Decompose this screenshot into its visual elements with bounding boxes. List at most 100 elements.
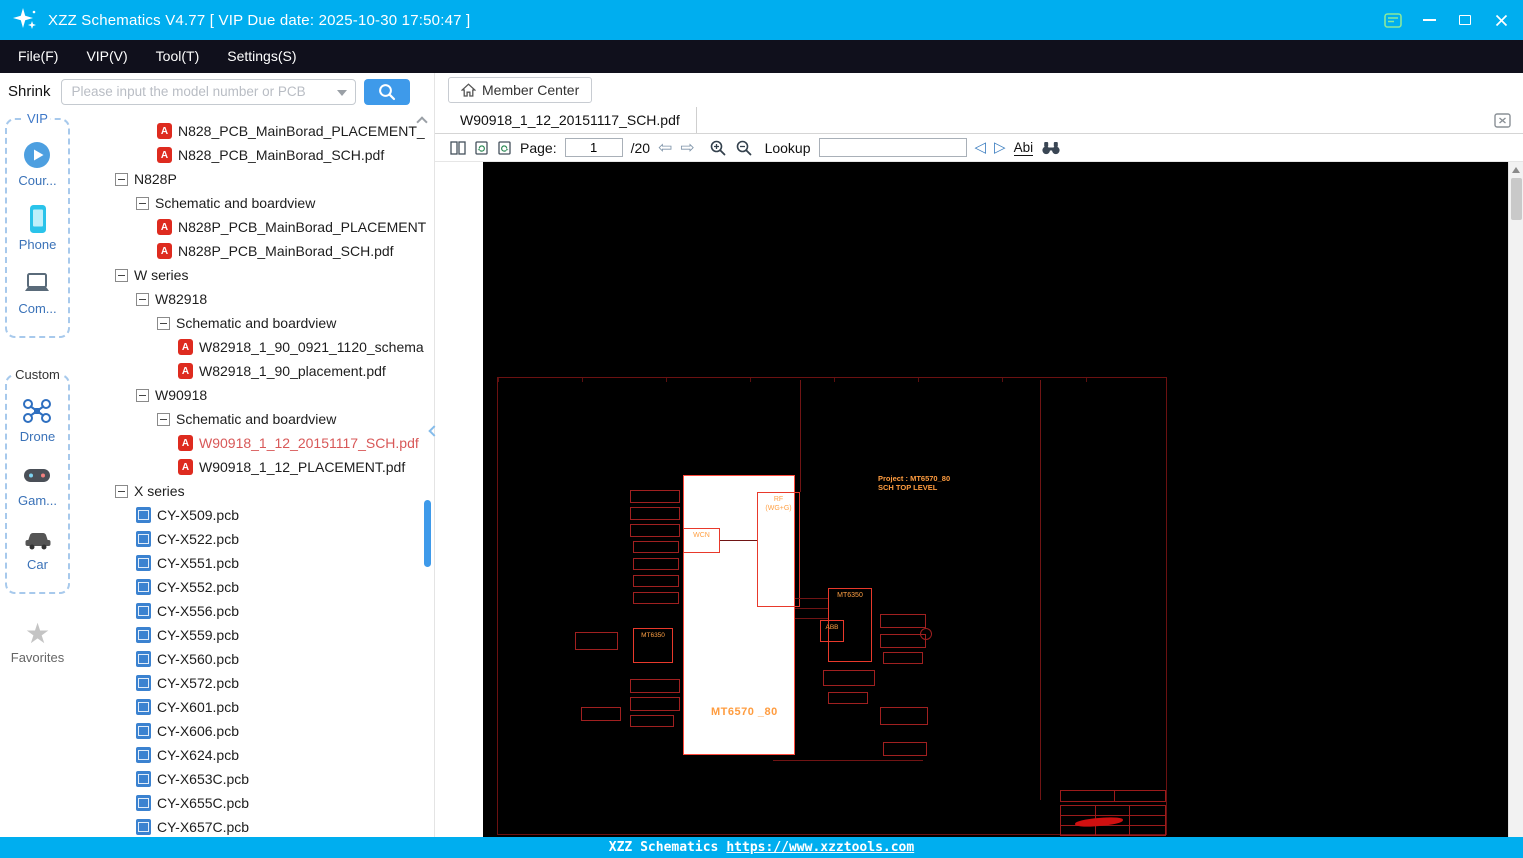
card-icon[interactable]: [1381, 8, 1405, 32]
collapse-panel-icon[interactable]: [427, 417, 441, 445]
tree-item[interactable]: CY-X551.pcb: [75, 551, 434, 575]
sidebar-item-phone[interactable]: Phone: [19, 204, 56, 252]
schematic-title-block-header: [1060, 790, 1166, 802]
menu-item[interactable]: File(F): [4, 40, 72, 73]
collapse-icon[interactable]: [136, 388, 149, 402]
tree-item[interactable]: CY-X655C.pcb: [75, 791, 434, 815]
collapse-icon[interactable]: [136, 196, 149, 210]
sidebar-item-car[interactable]: Car: [23, 524, 53, 572]
rotate-left-icon[interactable]: [474, 140, 489, 156]
rotate-right-icon[interactable]: [497, 140, 512, 156]
tree-item[interactable]: W82918: [75, 287, 434, 311]
tree-item[interactable]: CY-X606.pcb: [75, 719, 434, 743]
close-tab-icon[interactable]: [1494, 113, 1511, 128]
collapse-icon[interactable]: [157, 412, 170, 426]
maximize-button[interactable]: [1453, 8, 1477, 32]
tree-item[interactable]: X series: [75, 479, 434, 503]
chevron-down-icon[interactable]: [336, 89, 347, 96]
zoom-out-icon[interactable]: [735, 139, 753, 157]
tree-item[interactable]: A N828_PCB_MainBorad_SCH.pdf: [75, 143, 434, 167]
tree-item[interactable]: CY-X522.pcb: [75, 527, 434, 551]
tree-item[interactable]: W90918: [75, 383, 434, 407]
tree-item-label: CY-X560.pcb: [157, 651, 239, 667]
match-case-button[interactable]: Abi: [1013, 140, 1034, 156]
close-button[interactable]: [1489, 8, 1513, 32]
tree-item[interactable]: CY-X624.pcb: [75, 743, 434, 767]
member-center-button[interactable]: Member Center: [448, 77, 593, 103]
scroll-up-icon[interactable]: [1512, 167, 1520, 173]
tree-item-label: W series: [134, 267, 189, 283]
tree-item[interactable]: A N828P_PCB_MainBorad_PLACEMENT: [75, 215, 434, 239]
tree-item[interactable]: CY-X657C.pcb: [75, 815, 434, 837]
tree-item[interactable]: N828P: [75, 167, 434, 191]
tree-item-label: N828P_PCB_MainBorad_PLACEMENT: [178, 219, 427, 235]
schematic-block: [883, 652, 923, 664]
menu-item[interactable]: Settings(S): [213, 40, 310, 73]
menu-item[interactable]: VIP(V): [72, 40, 141, 73]
status-url[interactable]: https://www.xzztools.com: [726, 840, 914, 855]
tree-item[interactable]: CY-X653C.pcb: [75, 767, 434, 791]
pdf-toolbar: Page: /20 ⇦ ⇨ Lookup ◁ ▷ Abi: [435, 134, 1523, 162]
tree-item[interactable]: Schematic and boardview: [75, 191, 434, 215]
schematic-block-abb: ABB: [820, 620, 844, 642]
search-input[interactable]: [61, 79, 355, 104]
binoculars-icon[interactable]: [1041, 141, 1061, 155]
viewer-scrollbar-thumb[interactable]: [1511, 178, 1522, 220]
collapse-icon[interactable]: [115, 172, 128, 186]
search-prev-icon[interactable]: ◁: [975, 140, 987, 155]
tree-item[interactable]: CY-X559.pcb: [75, 623, 434, 647]
tree-item[interactable]: CY-X560.pcb: [75, 647, 434, 671]
schematic-wire: [800, 380, 801, 492]
tree-item-label: CY-X572.pcb: [157, 675, 239, 691]
two-page-view-icon[interactable]: [450, 140, 466, 155]
collapse-icon[interactable]: [136, 292, 149, 306]
tree-item[interactable]: CY-X509.pcb: [75, 503, 434, 527]
sidebar-item-favorites[interactable]: ★ Favorites: [0, 620, 75, 666]
viewer-scrollbar[interactable]: [1508, 162, 1523, 837]
tree-item[interactable]: W series: [75, 263, 434, 287]
sidebar-item-gamepad[interactable]: Gam...: [18, 460, 57, 508]
zoom-in-icon[interactable]: [709, 139, 727, 157]
document-tab[interactable]: W90918_1_12_20151117_SCH.pdf: [448, 107, 697, 133]
member-center-label: Member Center: [482, 82, 580, 98]
tree-scrollbar-thumb[interactable]: [424, 500, 431, 567]
pcb-file-icon: [136, 651, 151, 667]
collapse-icon[interactable]: [115, 484, 128, 498]
sidebar-item-drone[interactable]: Drone: [20, 396, 55, 444]
play-circle-icon: [22, 140, 52, 170]
lookup-input[interactable]: [818, 138, 967, 157]
next-page-icon[interactable]: ⇨: [680, 139, 694, 156]
tree-item[interactable]: Schematic and boardview: [75, 311, 434, 335]
tree-item-label: CY-X601.pcb: [157, 699, 239, 715]
shrink-button[interactable]: Shrink: [8, 83, 51, 100]
tree-item[interactable]: CY-X572.pcb: [75, 671, 434, 695]
minimize-button[interactable]: [1417, 8, 1441, 32]
pcb-file-icon: [136, 747, 151, 763]
collapse-icon[interactable]: [157, 316, 170, 330]
tree-item[interactable]: A W90918_1_12_PLACEMENT.pdf: [75, 455, 434, 479]
pdf-canvas[interactable]: Project : MT6570_80 SCH TOP LEVEL RF (WG…: [483, 162, 1508, 837]
prev-page-icon[interactable]: ⇦: [658, 139, 672, 156]
tree-item[interactable]: Schematic and boardview: [75, 407, 434, 431]
tree-item[interactable]: A W82918_1_90_placement.pdf: [75, 359, 434, 383]
sidebar-item-laptop[interactable]: Com...: [18, 268, 57, 316]
menu-item[interactable]: Tool(T): [142, 40, 214, 73]
tree-item[interactable]: CY-X601.pcb: [75, 695, 434, 719]
tree-item[interactable]: A W90918_1_12_20151117_SCH.pdf: [75, 431, 434, 455]
tree-item[interactable]: CY-X556.pcb: [75, 599, 434, 623]
search-button[interactable]: [363, 78, 410, 105]
page-input[interactable]: [564, 138, 623, 157]
car-icon: [23, 524, 53, 554]
collapse-icon[interactable]: [115, 268, 128, 282]
tree-item[interactable]: A N828_PCB_MainBorad_PLACEMENT_: [75, 119, 434, 143]
search-next-icon[interactable]: ▷: [994, 140, 1006, 155]
tree-item-label: N828P: [134, 171, 177, 187]
pcb-file-icon: [136, 531, 151, 547]
tree-item[interactable]: A N828P_PCB_MainBorad_SCH.pdf: [75, 239, 434, 263]
tree-item[interactable]: A W82918_1_90_0921_1120_schema: [75, 335, 434, 359]
tree-item[interactable]: CY-X552.pcb: [75, 575, 434, 599]
tree-item-label: Schematic and boardview: [176, 315, 337, 331]
sidebar-item-play-circle[interactable]: Cour...: [18, 140, 57, 188]
tree-item-label: W82918: [155, 291, 208, 307]
tree-item-label: W82918_1_90_placement.pdf: [199, 363, 386, 379]
